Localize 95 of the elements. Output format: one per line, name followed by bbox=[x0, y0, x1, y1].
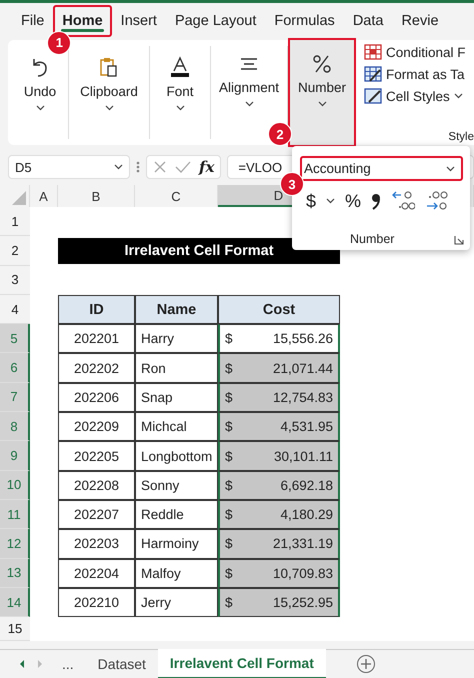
table-header-cell: Name bbox=[135, 294, 218, 324]
table-cell: 202208 bbox=[58, 470, 135, 500]
menu-tab[interactable]: Data bbox=[344, 4, 392, 36]
group-label: Number bbox=[350, 232, 394, 246]
column-header[interactable]: A bbox=[30, 185, 58, 207]
cost-cell: $ 15,252.95 bbox=[218, 588, 340, 618]
font-icon bbox=[169, 56, 191, 78]
percent-icon bbox=[312, 54, 332, 74]
table-cell: Snap bbox=[135, 382, 218, 412]
cost-cell: $ 6,692.18 bbox=[218, 470, 340, 500]
row-header[interactable]: 7 bbox=[0, 382, 30, 412]
add-sheet-icon[interactable] bbox=[356, 654, 376, 674]
row-header[interactable]: 13 bbox=[0, 558, 30, 588]
table-cell: Ron bbox=[135, 353, 218, 383]
table-cell: 202207 bbox=[58, 500, 135, 530]
row-header[interactable]: 9 bbox=[0, 441, 30, 471]
sheet-tab[interactable]: Dataset bbox=[86, 650, 158, 678]
cost-cell: $ 21,071.44 bbox=[218, 353, 340, 383]
row-header[interactable]: 15 bbox=[0, 617, 30, 642]
chevron-icon bbox=[318, 101, 326, 107]
cell-brush-icon bbox=[364, 88, 382, 104]
row-header[interactable]: 4 bbox=[0, 294, 30, 324]
table-cell: 202202 bbox=[58, 353, 135, 383]
column-header[interactable]: C bbox=[135, 185, 218, 207]
check-icon[interactable] bbox=[175, 160, 191, 174]
dialog-launcher-icon[interactable] bbox=[454, 235, 464, 245]
name-box[interactable]: D5 bbox=[8, 155, 130, 179]
row-header[interactable]: 6 bbox=[0, 353, 30, 383]
decrease-decimal-icon[interactable] bbox=[425, 190, 450, 212]
table-header-cell: Cost bbox=[218, 294, 340, 324]
row-header[interactable]: 14 bbox=[0, 588, 30, 618]
ribbon-group-button[interactable]: Font bbox=[150, 46, 211, 139]
cost-cell: $ 10,709.83 bbox=[218, 558, 340, 588]
ribbon-group-button[interactable]: Clipboard bbox=[69, 46, 150, 139]
comma-style-icon[interactable] bbox=[371, 192, 382, 210]
table-cell: 202205 bbox=[58, 441, 135, 471]
menu-tab[interactable]: Insert bbox=[112, 4, 166, 36]
table-cell: 202210 bbox=[58, 588, 135, 618]
sheet-title: Irrelavent Cell Format bbox=[58, 238, 340, 264]
table-cell: 202209 bbox=[58, 412, 135, 442]
cost-cell: $ 21,331.19 bbox=[218, 529, 340, 559]
row-header[interactable]: 11 bbox=[0, 500, 30, 530]
percent-button[interactable]: % bbox=[345, 190, 362, 212]
more-icon bbox=[136, 160, 140, 174]
row-header[interactable]: 8 bbox=[0, 412, 30, 442]
cost-cell: $ 4,531.95 bbox=[218, 412, 340, 442]
chevron-icon bbox=[104, 105, 114, 111]
menu-tab[interactable]: Page Layout bbox=[166, 4, 266, 36]
styles-menu-item[interactable]: Conditional F bbox=[364, 44, 474, 60]
chevron-icon bbox=[244, 101, 254, 107]
table-cell: 202206 bbox=[58, 382, 135, 412]
chevron-icon bbox=[176, 105, 184, 111]
table-cell: Michcal bbox=[135, 412, 218, 442]
row-header[interactable]: 12 bbox=[0, 529, 30, 559]
clipboard-icon bbox=[99, 56, 119, 78]
grid-icon bbox=[364, 44, 382, 60]
table-cell: 202203 bbox=[58, 529, 135, 559]
table-brush-icon bbox=[364, 66, 382, 82]
table-cell: Longbottom bbox=[135, 441, 218, 471]
ribbon-group-button[interactable]: Number bbox=[288, 38, 356, 147]
menu-tab[interactable]: Revie bbox=[392, 4, 448, 36]
table-cell: Jerry bbox=[135, 588, 218, 618]
styles-menu-item[interactable]: Cell Styles bbox=[364, 88, 474, 104]
increase-decimal-icon[interactable] bbox=[391, 190, 416, 212]
row-header[interactable]: 1 bbox=[0, 207, 30, 236]
row-header[interactable]: 3 bbox=[0, 266, 30, 295]
step-badge: 2 bbox=[268, 122, 292, 146]
table-cell: Harry bbox=[135, 324, 218, 354]
sheet-tab[interactable]: Irrelavent Cell Format bbox=[158, 649, 326, 678]
menu-tab[interactable]: Formulas bbox=[265, 4, 344, 36]
styles-menu-item[interactable]: Format as Ta bbox=[364, 66, 474, 82]
table-cell: Sonny bbox=[135, 470, 218, 500]
row-header[interactable]: 2 bbox=[0, 236, 30, 266]
chevron-icon bbox=[114, 164, 123, 170]
table-cell: Malfoy bbox=[135, 558, 218, 588]
cost-cell: $ 30,101.11 bbox=[218, 441, 340, 471]
chevron-icon bbox=[446, 166, 455, 172]
row-header[interactable]: 5 bbox=[0, 324, 30, 354]
chevron-icon bbox=[326, 198, 336, 204]
table-cell: 202201 bbox=[58, 324, 135, 354]
cost-cell: $ 4,180.29 bbox=[218, 500, 340, 530]
ribbon-group-button[interactable]: Undo bbox=[12, 46, 69, 139]
cost-cell: $ 12,754.83 bbox=[218, 382, 340, 412]
chevron-icon bbox=[454, 93, 463, 99]
insert-function-button[interactable]: fx bbox=[199, 158, 214, 176]
chevron-icon bbox=[36, 105, 44, 111]
table-cell: Reddle bbox=[135, 500, 218, 530]
more-sheets-button[interactable]: ... bbox=[50, 650, 86, 678]
table-cell: 202204 bbox=[58, 558, 135, 588]
number-format-dropdown[interactable]: Accounting bbox=[300, 156, 463, 181]
column-header[interactable]: B bbox=[58, 185, 135, 207]
table-header-cell: ID bbox=[58, 294, 135, 324]
group-label: Style bbox=[448, 131, 474, 143]
table-cell: Harmoiny bbox=[135, 529, 218, 559]
row-header[interactable]: 10 bbox=[0, 470, 30, 500]
